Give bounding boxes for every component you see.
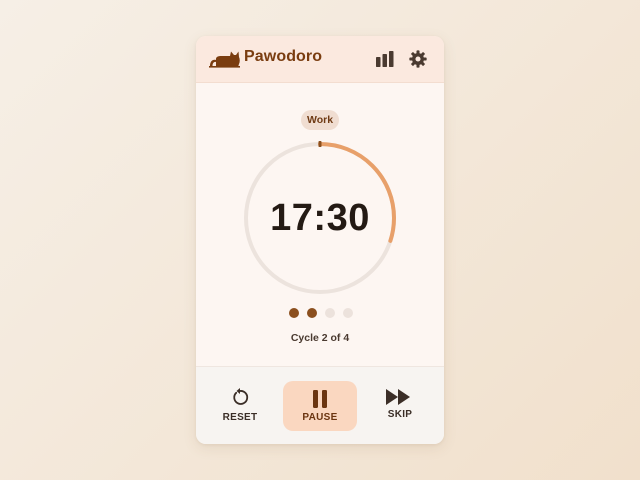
cycle-dot bbox=[325, 308, 335, 318]
skip-label: SKIP bbox=[387, 409, 413, 420]
pause-button[interactable]: PAUSE bbox=[283, 381, 357, 431]
cycle-label: Cycle 2 of 4 bbox=[290, 332, 350, 344]
cycle-dot bbox=[289, 308, 299, 318]
reset-icon bbox=[233, 388, 249, 405]
bar-chart-icon[interactable] bbox=[376, 51, 394, 67]
cycle-dot bbox=[343, 308, 353, 318]
reset-label: RESET bbox=[222, 412, 258, 423]
progress-ring-marker bbox=[318, 141, 322, 147]
cycle-indicator bbox=[289, 307, 353, 319]
app-header: Pawodoro bbox=[196, 36, 444, 83]
reset-button[interactable]: RESET bbox=[216, 385, 264, 425]
timer-display: 17:30 bbox=[270, 197, 370, 239]
app-title: Pawodoro bbox=[244, 48, 323, 65]
timer-card: Pawodoro Work 17:30 Cycle 2 of 4 RESET P… bbox=[196, 36, 444, 444]
controls-bar: RESET PAUSE SKIP bbox=[196, 366, 444, 444]
pause-icon bbox=[313, 390, 327, 408]
pause-label: PAUSE bbox=[302, 412, 338, 423]
skip-icon bbox=[386, 389, 410, 405]
gear-icon[interactable] bbox=[409, 50, 427, 68]
skip-button[interactable]: SKIP bbox=[376, 385, 424, 425]
mode-badge: Work bbox=[301, 110, 339, 130]
cycle-dot bbox=[307, 308, 317, 318]
cat-icon bbox=[209, 51, 240, 68]
